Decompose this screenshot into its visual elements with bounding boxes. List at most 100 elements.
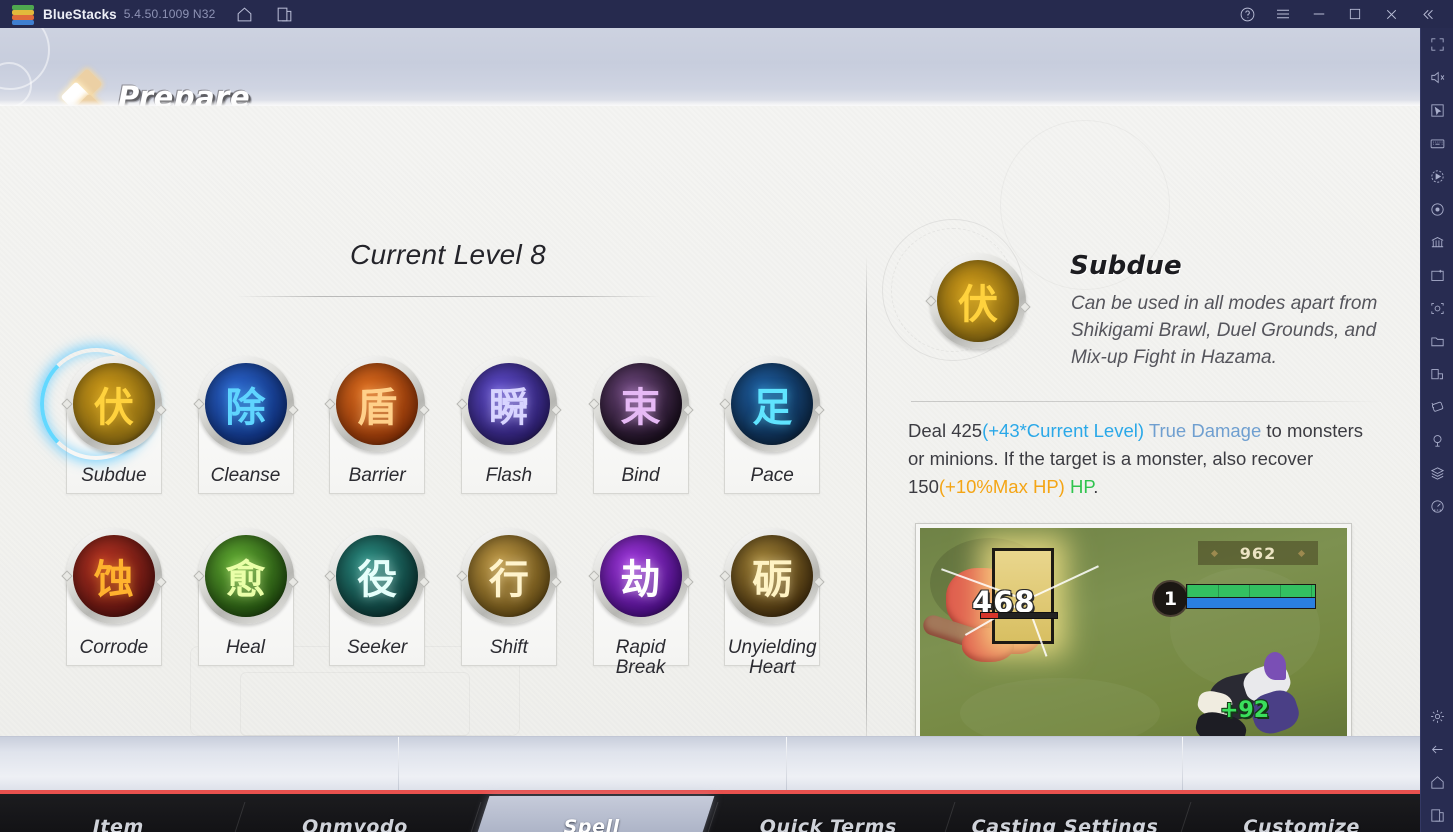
screenshot-icon[interactable] (1421, 292, 1453, 325)
shake-icon[interactable] (1421, 391, 1453, 424)
spell-orb: 足 (719, 356, 825, 452)
layers-icon[interactable] (1421, 457, 1453, 490)
spell-grid: 伏 Subdue 除 Cleanse 盾 Barrier 瞬 Flash 束 Bind 足 Pace … (40, 348, 838, 678)
detail-description: Deal 425(+43*Current Level) True Damage … (908, 417, 1383, 501)
page-title: Prepare (118, 80, 251, 106)
back-icon[interactable] (1421, 733, 1453, 766)
description-run: (+43*Current Level) (982, 420, 1145, 441)
fullscreen-icon[interactable] (1421, 28, 1453, 61)
bottom-tab-bar: Item Onmyodo Spell Quick Terms Casting Setti… (0, 794, 1420, 832)
main-panel: Current Level 8 伏 Subdue 除 Cleanse 盾 Barrier 瞬… (0, 106, 1420, 776)
description-run: . (1093, 476, 1099, 498)
spell-cell-heal[interactable]: 愈 Heal (180, 527, 312, 678)
multi-instance-icon[interactable] (274, 3, 296, 25)
spell-orb: 砺 (719, 527, 825, 624)
tab-label: Customize (1243, 816, 1360, 832)
app-version: 5.4.50.1009 N32 (123, 7, 216, 21)
spell-name: Seeker (347, 636, 408, 658)
spell-cell-unyielding-heart[interactable]: 砺 Unyielding Heart (706, 527, 838, 678)
window-controls (1229, 0, 1453, 28)
performance-icon[interactable] (1421, 490, 1453, 523)
spell-name: Heal (225, 636, 266, 658)
spell-orb: 劫 (587, 527, 694, 624)
tab-label: Item (92, 816, 144, 832)
preview-mp-bar (1186, 598, 1316, 609)
preview-monster-hp-bar (980, 612, 1058, 619)
tab-label: Quick Terms (759, 816, 897, 832)
app-name: BlueStacks (43, 6, 117, 22)
game-viewport: Prepare Current Level 8 伏 Subdue 除 Cleanse 盾… (0, 28, 1420, 832)
spell-orb: 愈 (192, 527, 299, 624)
tab-customize[interactable]: Customize (1183, 794, 1420, 832)
spell-name: Bind (621, 465, 660, 486)
tab-onmyodo[interactable]: Onmyodo (237, 794, 482, 832)
help-icon[interactable] (1229, 0, 1265, 28)
spell-cell-bind[interactable]: 束 Bind (575, 356, 707, 494)
mute-icon[interactable] (1421, 61, 1453, 94)
tab-spell[interactable]: Spell (468, 794, 719, 832)
spell-cell-barrier[interactable]: 盾 Barrier (311, 356, 443, 494)
detail-title: Subdue (1070, 251, 1182, 281)
macro-play-icon[interactable] (1421, 160, 1453, 193)
home-nav-icon[interactable] (1421, 766, 1453, 799)
location-icon[interactable] (1421, 424, 1453, 457)
menu-icon[interactable] (1265, 0, 1301, 28)
spell-orb: 伏 (61, 356, 167, 452)
spell-orb: 束 (587, 356, 694, 452)
recents-icon[interactable] (1421, 799, 1453, 832)
spell-name: Rapid Break (615, 636, 666, 678)
settings-icon[interactable] (1421, 700, 1453, 733)
page-header-banner: Prepare (0, 28, 1420, 106)
spell-cell-seeker[interactable]: 役 Seeker (311, 527, 443, 678)
spell-cell-flash[interactable]: 瞬 Flash (443, 356, 575, 494)
description-run: (+10%Max HP) (938, 476, 1065, 498)
collapse-icon[interactable] (1409, 0, 1445, 28)
spell-cell-pace[interactable]: 足 Pace (706, 356, 838, 494)
detail-spell-orb: 伏 (925, 253, 1031, 349)
install-apk-icon[interactable] (1421, 259, 1453, 292)
keyboard-icon[interactable] (1421, 127, 1453, 160)
bluestacks-logo-icon (12, 4, 34, 25)
copy-to-android-icon[interactable] (1421, 358, 1453, 391)
spell-orb: 行 (456, 527, 562, 624)
multi-instance-manager-icon[interactable] (1421, 226, 1453, 259)
spell-name: Cleanse (210, 465, 281, 486)
footer-ledge (0, 736, 1420, 795)
diamond-icon (60, 68, 108, 106)
spell-orb: 役 (324, 527, 430, 624)
right-toolbar (1420, 28, 1453, 832)
description-run: Deal 425 (908, 420, 983, 441)
tab-label: Casting Settings (971, 816, 1159, 832)
spell-cell-corrode[interactable]: 蚀 Corrode (48, 527, 180, 678)
spell-cell-shift[interactable]: 行 Shift (443, 527, 575, 678)
spell-name: Corrode (79, 636, 149, 658)
spell-orb: 除 (192, 356, 299, 452)
tab-quick-terms[interactable]: Quick Terms (710, 794, 956, 832)
spell-cell-cleanse[interactable]: 除 Cleanse (180, 356, 312, 494)
home-icon[interactable] (234, 3, 256, 25)
tab-casting-settings[interactable]: Casting Settings (947, 794, 1192, 832)
tab-item[interactable]: Item (0, 794, 246, 832)
spell-orb: 瞬 (456, 356, 562, 452)
spell-row: 伏 Subdue 除 Cleanse 盾 Barrier 瞬 Flash 束 Bind 足 Pace (40, 348, 838, 494)
description-run: True Damage (1144, 420, 1262, 441)
minimize-icon[interactable] (1301, 0, 1337, 28)
tab-label: Onmyodo (302, 816, 408, 832)
spell-orb: 蚀 (61, 527, 167, 624)
detail-divider (911, 401, 1381, 402)
spell-cell-subdue[interactable]: 伏 Subdue (40, 348, 180, 494)
spell-name: Unyielding Heart (727, 636, 817, 678)
spell-row: 蚀 Corrode 愈 Heal 役 Seeker 行 Shift 劫 Rapid Break 砺 U… (48, 527, 838, 678)
close-icon[interactable] (1373, 0, 1409, 28)
spell-orb: 盾 (324, 356, 430, 452)
spell-cell-rapid-break[interactable]: 劫 Rapid Break (575, 527, 707, 678)
title-bar: BlueStacks 5.4.50.1009 N32 (0, 0, 1453, 28)
rotate-icon[interactable] (1421, 193, 1453, 226)
description-run: HP (1064, 476, 1094, 498)
maximize-icon[interactable] (1337, 0, 1373, 28)
preview-heal-number: +92 (1220, 698, 1270, 723)
media-folder-icon[interactable] (1421, 325, 1453, 358)
preview-level-badge: 1 (1152, 580, 1189, 617)
cursor-icon[interactable] (1421, 94, 1453, 127)
spell-name: Flash (485, 465, 533, 486)
